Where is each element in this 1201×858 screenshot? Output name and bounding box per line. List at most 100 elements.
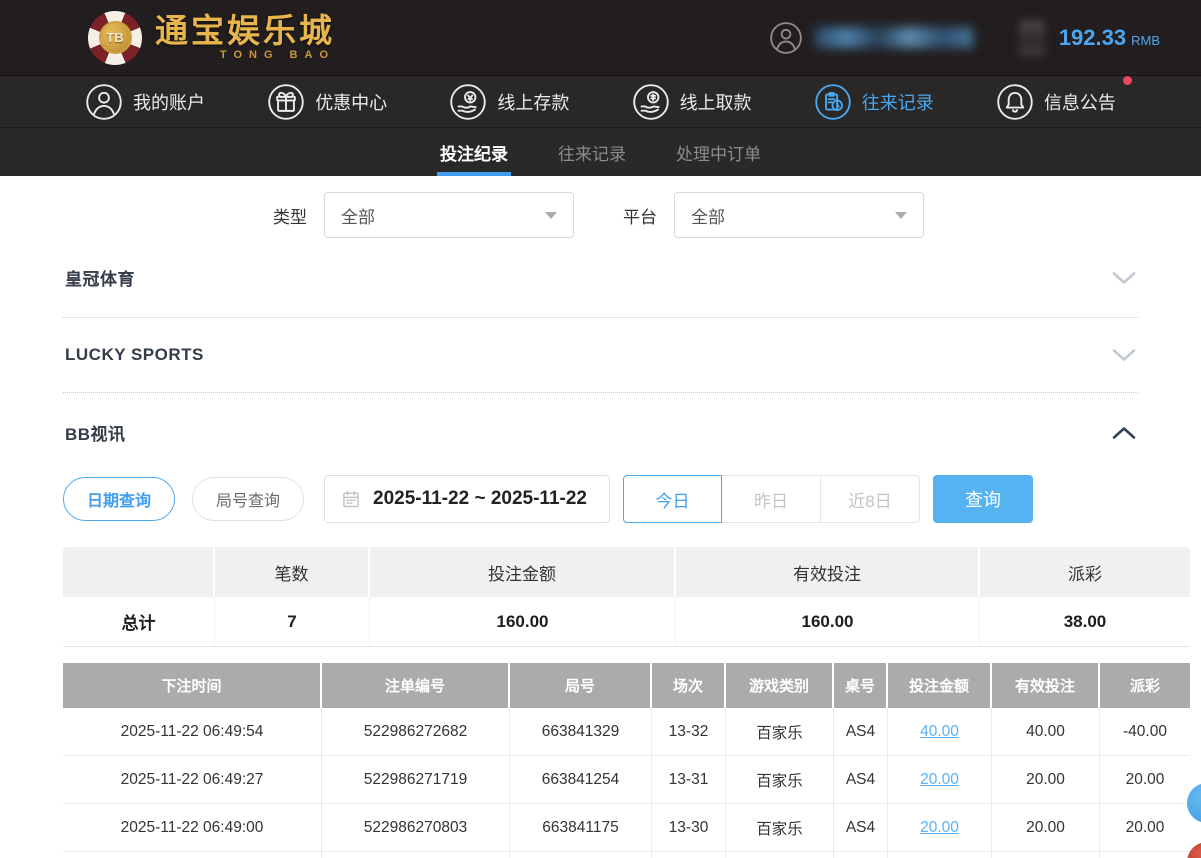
nav-label: 往来记录 bbox=[862, 89, 934, 115]
session: 13-30 bbox=[652, 804, 726, 852]
tab-pending-orders[interactable]: 处理中订单 bbox=[673, 128, 764, 176]
header-bet-amount: 投注金额 bbox=[888, 663, 992, 708]
calendar-icon bbox=[341, 489, 361, 509]
chevron-down-icon bbox=[545, 212, 557, 219]
type-filter-label: 类型 bbox=[273, 203, 307, 228]
chevron-up-icon bbox=[1112, 426, 1136, 440]
balance-amount[interactable]: 192.33 bbox=[1059, 25, 1126, 51]
payout: 20.00 bbox=[1100, 804, 1190, 852]
header-bet-id: 注单编号 bbox=[322, 663, 510, 708]
bell-icon bbox=[996, 83, 1034, 121]
round-id: 663841175 bbox=[510, 804, 652, 852]
summary-valid-bet-value: 160.00 bbox=[676, 597, 980, 647]
nav-item-announcements[interactable]: 信息公告 bbox=[996, 83, 1116, 121]
main-content: 类型 全部 平台 全部 皇冠体育 LUCKY SPORTS BB视讯 日期查询 … bbox=[0, 192, 1201, 858]
date-range-picker[interactable]: 2025-11-22 ~ 2025-11-22 bbox=[324, 475, 610, 523]
type-select[interactable]: 全部 bbox=[324, 192, 574, 238]
nav-item-my-account[interactable]: 我的账户 bbox=[85, 83, 205, 121]
avatar-icon[interactable] bbox=[769, 21, 803, 55]
header-valid-bet: 有效投注 bbox=[992, 663, 1100, 708]
valid-bet: 20.00 bbox=[992, 804, 1100, 852]
bet-amount[interactable]: 20.00 bbox=[888, 804, 992, 852]
username-redacted bbox=[815, 27, 973, 48]
nav-label: 线上存款 bbox=[497, 89, 569, 115]
type-select-value: 全部 bbox=[341, 203, 375, 228]
session: 13-31 bbox=[652, 756, 726, 804]
platform-filter-label: 平台 bbox=[623, 203, 657, 228]
wallet-icon-redacted bbox=[1019, 20, 1045, 56]
record-subtabs: 投注纪录 往来记录 处理中订单 bbox=[0, 127, 1201, 176]
bet-amount-link[interactable]: 20.00 bbox=[920, 771, 959, 788]
nav-label: 信息公告 bbox=[1044, 89, 1116, 115]
date-query-button[interactable]: 日期查询 bbox=[63, 477, 175, 521]
chevron-down-icon bbox=[1112, 348, 1136, 362]
game-type: 百家乐 bbox=[726, 804, 834, 852]
table-id: AS4 bbox=[834, 756, 888, 804]
nav-item-deposit[interactable]: 线上存款 bbox=[449, 83, 569, 121]
bet-amount[interactable]: 20.00 bbox=[888, 756, 992, 804]
top-header: TB 通宝娱乐城 TONG BAO 192.33 RMB bbox=[0, 0, 1201, 75]
nav-item-withdraw[interactable]: 线上取款 bbox=[632, 83, 752, 121]
session: 13-32 bbox=[652, 708, 726, 756]
game-type: 百家乐 bbox=[726, 708, 834, 756]
header-session: 场次 bbox=[652, 663, 726, 708]
header-round-id: 局号 bbox=[510, 663, 652, 708]
round-query-button[interactable]: 局号查询 bbox=[192, 477, 304, 521]
search-button[interactable]: 查询 bbox=[933, 475, 1033, 523]
last-8-days-button[interactable]: 近8日 bbox=[821, 475, 920, 523]
platform-select[interactable]: 全部 bbox=[674, 192, 924, 238]
bet-amount-link[interactable]: 40.00 bbox=[920, 723, 959, 740]
summary-payout-value: 38.00 bbox=[980, 597, 1190, 647]
date-range-value: 2025-11-22 ~ 2025-11-22 bbox=[373, 488, 587, 510]
filter-row: 类型 全部 平台 全部 bbox=[63, 192, 1138, 238]
summary-table: 笔数 投注金额 有效投注 派彩 总计 7 160.00 160.00 38.00 bbox=[63, 547, 1190, 647]
game-type: 百家乐 bbox=[726, 756, 834, 804]
summary-total-label: 总计 bbox=[63, 597, 215, 647]
bet-detail-table: 下注时间 注单编号 局号 场次 游戏类别 桌号 投注金额 有效投注 派彩 202… bbox=[63, 663, 1190, 858]
bet-amount-link[interactable]: 20.00 bbox=[920, 819, 959, 836]
section-huangguan-sports[interactable]: 皇冠体育 bbox=[63, 238, 1138, 318]
user-area: 192.33 RMB bbox=[769, 20, 1160, 56]
nav-label: 我的账户 bbox=[133, 89, 205, 115]
detail-table-body: 2025-11-22 06:49:54522986272682663841329… bbox=[63, 708, 1190, 858]
round-id: 663841254 bbox=[510, 756, 652, 804]
section-lucky-sports[interactable]: LUCKY SPORTS bbox=[63, 318, 1138, 393]
site-subtitle: TONG BAO bbox=[220, 49, 335, 61]
records-icon bbox=[814, 83, 852, 121]
query-controls: 日期查询 局号查询 2025-11-22 ~ 2025-11-22 今日 昨日 … bbox=[63, 475, 1138, 523]
summary-header-valid-bet: 有效投注 bbox=[676, 547, 980, 597]
bet-time: 2025-11-22 06:49:27 bbox=[63, 756, 322, 804]
bet-amount[interactable]: 40.00 bbox=[888, 708, 992, 756]
table-id: AS4 bbox=[834, 708, 888, 756]
header-game-type: 游戏类别 bbox=[726, 663, 834, 708]
nav-item-records[interactable]: 往来记录 bbox=[814, 83, 934, 121]
deposit-icon bbox=[449, 83, 487, 121]
yesterday-button[interactable]: 昨日 bbox=[722, 475, 821, 523]
valid-bet: 40.00 bbox=[992, 708, 1100, 756]
payout: -40.00 bbox=[1100, 708, 1190, 756]
table-row: 2025-11-22 06:49:00522986270803663841175… bbox=[63, 804, 1190, 852]
section-title: 皇冠体育 bbox=[65, 265, 135, 290]
bet-time: 2025-11-22 06:49:54 bbox=[63, 708, 322, 756]
site-logo[interactable]: TB 通宝娱乐城 TONG BAO bbox=[88, 11, 335, 65]
nav-item-promotions[interactable]: 优惠中心 bbox=[267, 83, 387, 121]
platform-select-value: 全部 bbox=[691, 203, 725, 228]
nav-label: 线上取款 bbox=[680, 89, 752, 115]
chevron-down-icon bbox=[1112, 271, 1136, 285]
summary-header-payout: 派彩 bbox=[980, 547, 1190, 597]
site-title: 通宝娱乐城 bbox=[155, 14, 335, 49]
summary-header-bet-amount: 投注金额 bbox=[370, 547, 676, 597]
summary-count-value: 7 bbox=[215, 597, 370, 647]
tab-transaction-records[interactable]: 往来记录 bbox=[555, 128, 629, 176]
user-icon bbox=[85, 83, 123, 121]
currency-label: RMB bbox=[1131, 27, 1160, 48]
header-payout: 派彩 bbox=[1100, 663, 1190, 708]
summary-bet-amount-value: 160.00 bbox=[370, 597, 676, 647]
section-bb-live[interactable]: BB视讯 bbox=[63, 393, 1138, 472]
bet-time: 2025-11-22 06:49:00 bbox=[63, 804, 322, 852]
tab-bet-records[interactable]: 投注纪录 bbox=[437, 128, 511, 176]
payout: 20.00 bbox=[1100, 756, 1190, 804]
bet-id: 522986270803 bbox=[322, 804, 510, 852]
today-button[interactable]: 今日 bbox=[623, 475, 722, 523]
summary-header-count: 笔数 bbox=[215, 547, 370, 597]
